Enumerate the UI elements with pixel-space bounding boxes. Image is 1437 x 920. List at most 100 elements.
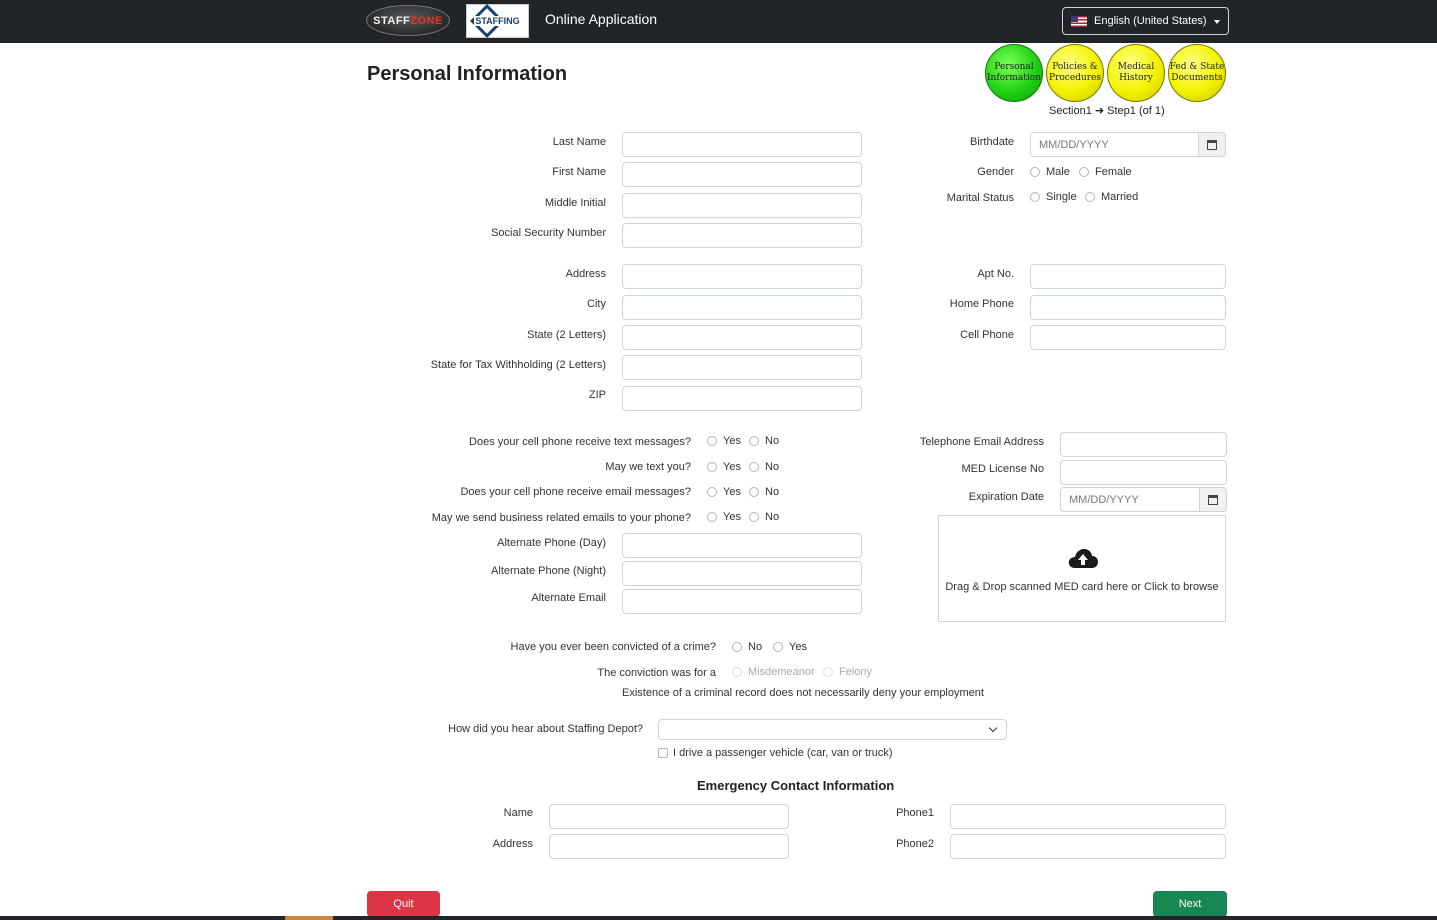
referral-question-label: How did you hear about Staffing Depot? [448,723,643,735]
text-messages-yes-radio[interactable] [707,436,717,446]
alt-phone-night-label: Alternate Phone (Night) [491,565,606,577]
crime-no-radio[interactable] [732,642,742,652]
language-label: English (United States) [1094,15,1207,27]
staffzone-logo-text-1: STAFF [373,14,411,27]
middle-initial-input[interactable] [622,193,862,218]
expiration-date-label: Expiration Date [968,491,1044,503]
expiration-placeholder: MM/DD/YYYY [1069,493,1139,506]
expiration-date-input[interactable]: MM/DD/YYYY [1060,487,1200,512]
business-emails-no-label: No [765,511,780,523]
misdemeanor-radio[interactable] [732,667,742,677]
emergency-phone1-input[interactable] [950,804,1226,829]
expiration-calendar-button[interactable] [1199,487,1227,512]
marital-single-radio[interactable] [1030,192,1040,202]
text-you-yes-label: Yes [723,461,741,473]
cell-phone-label: Cell Phone [960,329,1014,341]
staffing-depot-logo-text: STAFFING [474,16,521,26]
birthdate-placeholder: MM/DD/YYYY [1039,138,1109,151]
step-label-line2: Information [986,73,1041,83]
step-label-line1: Personal [994,62,1034,72]
crime-yes-radio[interactable] [773,642,783,652]
marital-single-label: Single [1046,191,1077,203]
state-label: State (2 Letters) [527,329,606,341]
telephone-email-input[interactable] [1060,432,1227,457]
business-emails-yes-label: Yes [723,511,741,523]
apt-no-input[interactable] [1030,264,1226,289]
caret-down-icon [1214,20,1220,24]
address-label: Address [565,268,606,280]
us-flag-icon [1071,15,1087,27]
page-title: Personal Information [367,63,568,85]
ssn-input[interactable] [622,223,862,248]
emergency-phone2-input[interactable] [950,834,1226,859]
address-input[interactable] [622,264,862,289]
alt-phone-night-input[interactable] [622,561,862,586]
step-personal-information[interactable]: Personal Information [985,44,1043,102]
text-messages-yes-label: Yes [723,435,741,447]
last-name-input[interactable] [622,132,862,157]
med-card-dropzone[interactable]: Drag & Drop scanned MED card here or Cli… [938,515,1226,622]
step-policies-procedures[interactable]: Policies & Procedures [1046,44,1104,102]
footer-accent [285,916,333,920]
step-label: Step1 (of 1) [1107,105,1165,117]
arrow-right-icon: ➜ [1094,105,1105,117]
alt-email-input[interactable] [622,589,862,614]
felony-radio[interactable] [823,667,833,677]
step-medical-history[interactable]: Medical History [1107,44,1165,102]
text-you-yes-radio[interactable] [707,462,717,472]
step-label-line2: History [1119,73,1153,83]
emergency-address-input[interactable] [549,834,789,859]
text-messages-no-label: No [765,435,780,447]
alt-phone-day-input[interactable] [622,533,862,558]
business-emails-yes-radio[interactable] [707,512,717,522]
passenger-vehicle-label: I drive a passenger vehicle (car, van or… [673,747,893,759]
referral-select[interactable] [658,719,1007,740]
conviction-type-label: The conviction was for a [597,667,716,679]
email-messages-no-radio[interactable] [749,487,759,497]
gender-male-label: Male [1046,166,1070,178]
step-label-line1: Medical [1117,62,1155,72]
business-emails-no-radio[interactable] [749,512,759,522]
gender-male-radio[interactable] [1030,167,1040,177]
emergency-phone1-label: Phone1 [896,807,934,819]
med-license-label: MED License No [961,463,1044,475]
footer-bar [0,916,1437,920]
quit-button[interactable]: Quit [367,891,440,917]
calendar-icon [1207,139,1217,150]
q-email-messages-label: Does your cell phone receive email messa… [460,486,691,498]
step-label-line2: Procedures [1049,73,1101,83]
middle-initial-label: Middle Initial [544,197,606,209]
language-selector[interactable]: English (United States) [1062,7,1229,35]
passenger-vehicle-checkbox[interactable] [658,748,668,758]
q-business-emails-label: May we send business related emails to y… [431,512,691,524]
zip-input[interactable] [622,386,862,411]
emergency-name-input[interactable] [549,804,789,829]
state-input[interactable] [622,325,862,350]
city-input[interactable] [622,295,862,320]
step-fed-state-documents[interactable]: Fed & State Documents [1168,44,1226,102]
home-phone-input[interactable] [1030,295,1226,320]
apt-no-label: Apt No. [977,268,1014,280]
birthdate-calendar-button[interactable] [1198,132,1226,157]
tax-state-input[interactable] [622,355,862,380]
cell-phone-input[interactable] [1030,325,1226,350]
email-messages-yes-radio[interactable] [707,487,717,497]
marital-married-label: Married [1101,191,1139,203]
marital-married-radio[interactable] [1085,192,1095,202]
text-messages-no-radio[interactable] [749,436,759,446]
first-name-input[interactable] [622,162,862,187]
birthdate-input[interactable]: MM/DD/YYYY [1030,132,1200,157]
city-label: City [587,298,606,310]
emergency-name-label: Name [503,807,533,819]
criminal-record-notice: Existence of a criminal record does not … [622,687,984,699]
app-title: Online Application [545,11,658,27]
gender-female-radio[interactable] [1079,167,1089,177]
staffing-depot-logo: STAFFING [466,4,529,38]
staffzone-logo: STAFF ZONE [366,5,450,36]
home-phone-label: Home Phone [949,298,1014,310]
next-button[interactable]: Next [1153,891,1227,917]
text-you-no-radio[interactable] [749,462,759,472]
med-license-input[interactable] [1060,460,1227,485]
gender-female-label: Female [1095,166,1132,178]
staffzone-logo-text-2: ZONE [410,14,443,27]
